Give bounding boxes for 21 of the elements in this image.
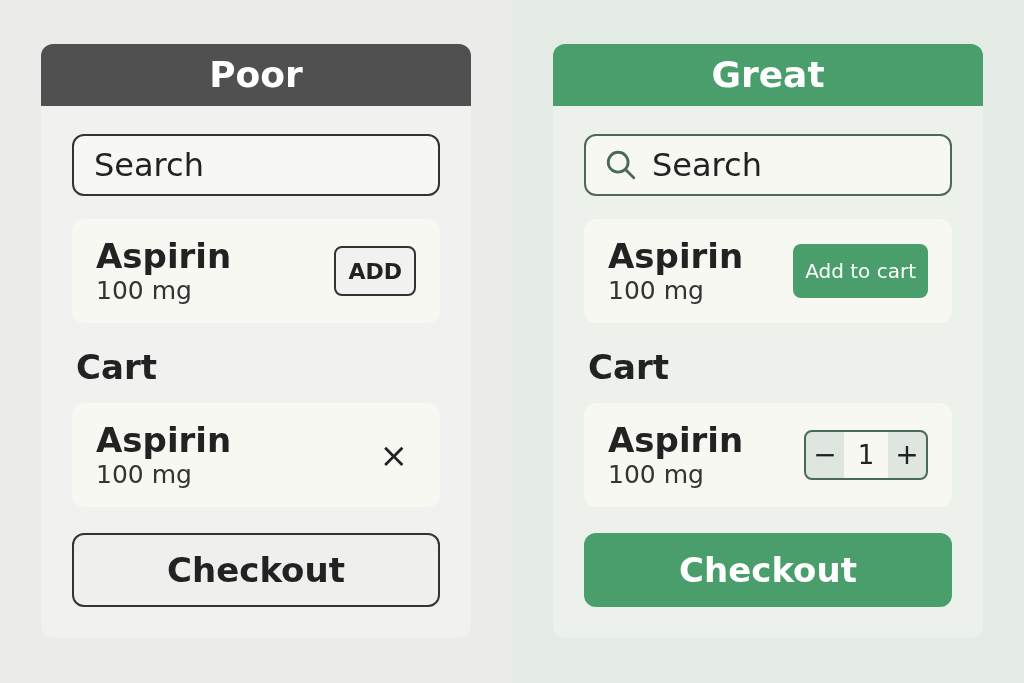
panel-title: Great — [711, 53, 825, 97]
panel-title: Poor — [209, 53, 303, 97]
search-field[interactable]: Search — [72, 134, 440, 196]
remove-button[interactable]: × — [371, 429, 416, 481]
checkout-button[interactable]: Checkout — [72, 533, 440, 607]
product-name: Aspirin — [608, 420, 744, 460]
add-to-cart-button[interactable]: ADD — [334, 246, 416, 296]
product-dose: 100 mg — [608, 276, 705, 306]
decrease-button[interactable]: − — [806, 432, 844, 478]
quantity-value: 1 — [844, 432, 888, 478]
increase-button[interactable]: + — [888, 432, 926, 478]
search-icon — [604, 148, 638, 182]
product-name: Aspirin — [608, 236, 744, 276]
product-dose: 100 mg — [96, 276, 193, 306]
product-dose: 100 mg — [608, 460, 705, 490]
cart-heading: Cart — [75, 347, 158, 387]
cart-heading: Cart — [587, 347, 670, 387]
search-field[interactable]: Search — [584, 134, 952, 196]
product-name: Aspirin — [96, 420, 232, 460]
product-dose: 100 mg — [96, 460, 193, 490]
product-name: Aspirin — [96, 236, 232, 276]
